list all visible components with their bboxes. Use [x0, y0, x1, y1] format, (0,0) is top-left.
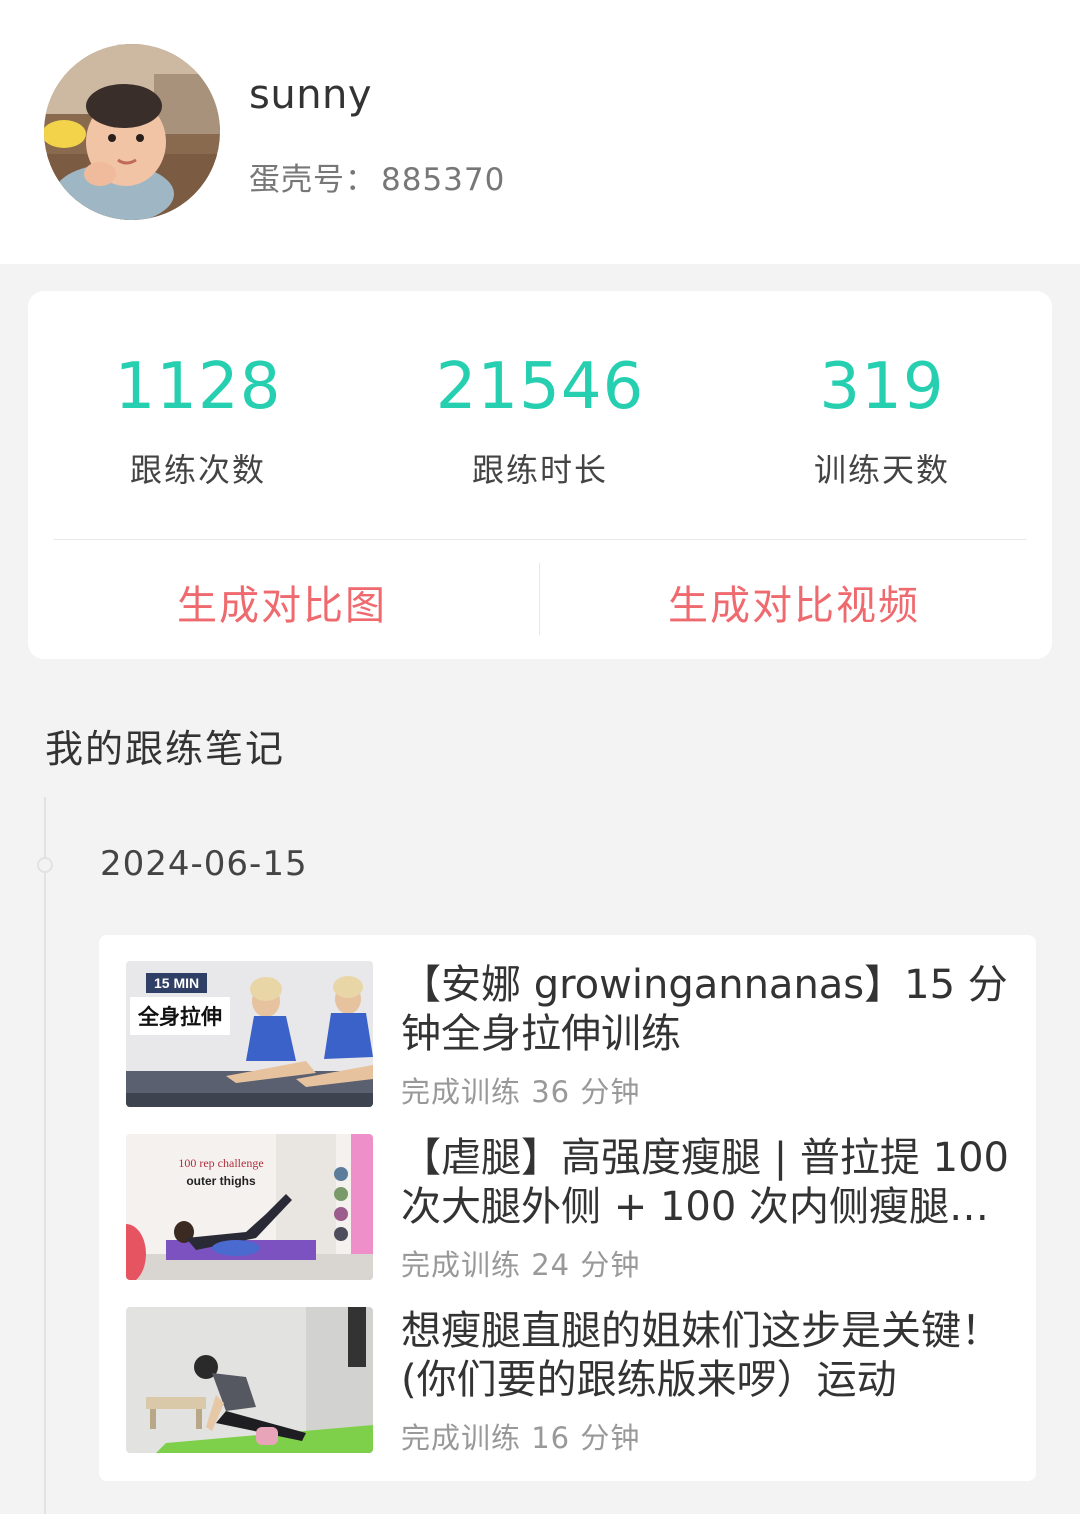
divider — [539, 563, 540, 635]
list-item[interactable]: 想瘦腿直腿的姐妹们这步是关键！(你们要的跟练版来啰）运动 完成训练 16 分钟 — [126, 1307, 1026, 1455]
stat-label: 跟练次数 — [129, 451, 266, 489]
thumbnail-caption: 100 rep challenge — [178, 1156, 264, 1170]
video-thumbnail[interactable] — [126, 1307, 373, 1453]
stat-follow-duration[interactable]: 21546 跟练时长 — [370, 351, 710, 491]
video-thumbnail[interactable]: 15 MIN 全身拉伸 — [126, 961, 373, 1107]
timeline-dot — [37, 857, 53, 873]
note-duration: 完成训练 24 分钟 — [401, 1248, 641, 1282]
thumbnail-badge: 15 MIN — [146, 973, 208, 993]
section-title: 我的跟练笔记 — [45, 727, 286, 771]
avatar[interactable] — [44, 44, 220, 220]
avatar-photo — [44, 44, 220, 220]
stat-value: 21546 — [435, 350, 645, 424]
note-date: 2024-06-15 — [100, 844, 308, 884]
stat-value: 1128 — [114, 350, 282, 424]
stat-label: 跟练时长 — [471, 451, 608, 489]
generate-compare-image-button[interactable]: 生成对比图 — [32, 573, 532, 629]
stat-label: 训练天数 — [813, 451, 950, 489]
thumbnail-caption: 全身拉伸 — [130, 997, 230, 1035]
note-title[interactable]: 想瘦腿直腿的姐妹们这步是关键！(你们要的跟练版来啰）运动 — [401, 1307, 1023, 1405]
notes-card: 15 MIN 全身拉伸 【安娜 growingannanas】15 分钟全身拉伸… — [99, 935, 1036, 1481]
thumbnail-image — [126, 1307, 373, 1453]
timeline-line — [44, 797, 46, 1514]
stat-training-days[interactable]: 319 训练天数 — [712, 351, 1052, 491]
note-title[interactable]: 【虐腿】高强度瘦腿 | 普拉提 100 次大腿外侧 + 100 次内侧瘦腿训练 — [401, 1134, 1023, 1232]
stat-follow-count[interactable]: 1128 跟练次数 — [28, 351, 368, 491]
generate-compare-video-button[interactable]: 生成对比视频 — [544, 573, 1044, 629]
note-title[interactable]: 【安娜 growingannanas】15 分钟全身拉伸训练 — [401, 961, 1023, 1059]
video-thumbnail[interactable]: 100 rep challenge outer thighs — [126, 1134, 373, 1280]
note-duration: 完成训练 36 分钟 — [401, 1075, 641, 1109]
list-item[interactable]: 100 rep challenge outer thighs 【虐腿】高强度瘦腿… — [126, 1134, 1026, 1282]
user-id-value: 885370 — [381, 162, 506, 198]
username: sunny — [249, 72, 373, 118]
stat-value: 319 — [819, 350, 945, 424]
profile-header: sunny 蛋壳号： 885370 — [0, 0, 1080, 264]
list-item[interactable]: 15 MIN 全身拉伸 【安娜 growingannanas】15 分钟全身拉伸… — [126, 961, 1026, 1109]
divider — [54, 539, 1026, 540]
thumbnail-subcaption: outer thighs — [186, 1174, 256, 1188]
note-duration: 完成训练 16 分钟 — [401, 1421, 641, 1455]
stats-card: 1128 跟练次数 21546 跟练时长 319 训练天数 生成对比图 生成对比… — [28, 291, 1052, 659]
user-id-label: 蛋壳号： — [249, 162, 377, 198]
user-id: 蛋壳号： 885370 — [249, 154, 505, 199]
